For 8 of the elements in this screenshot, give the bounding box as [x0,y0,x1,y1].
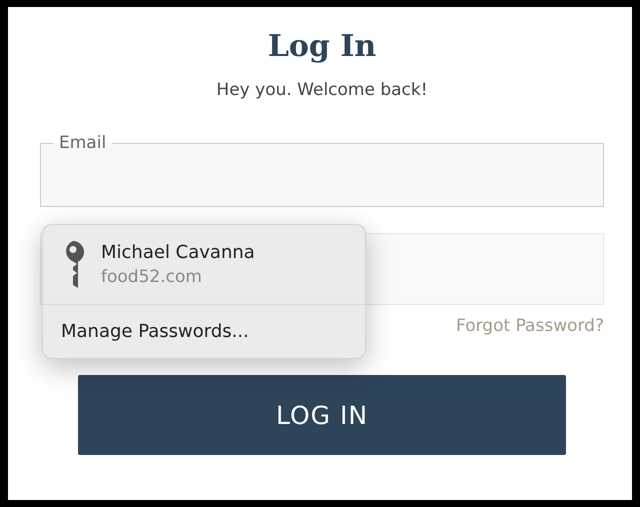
welcome-text: Hey you. Welcome back! [215,79,429,101]
email-field[interactable]: Email [40,135,604,207]
page-title: Log In [266,29,378,65]
account-site: food52.com [101,267,203,287]
login-button[interactable]: LOG IN [78,375,566,455]
saved-account-item[interactable]: Michael Cavanna food52.com [43,225,365,305]
account-name: Michael Cavanna [101,242,255,263]
manage-passwords-item[interactable]: Manage Passwords... [43,305,365,358]
